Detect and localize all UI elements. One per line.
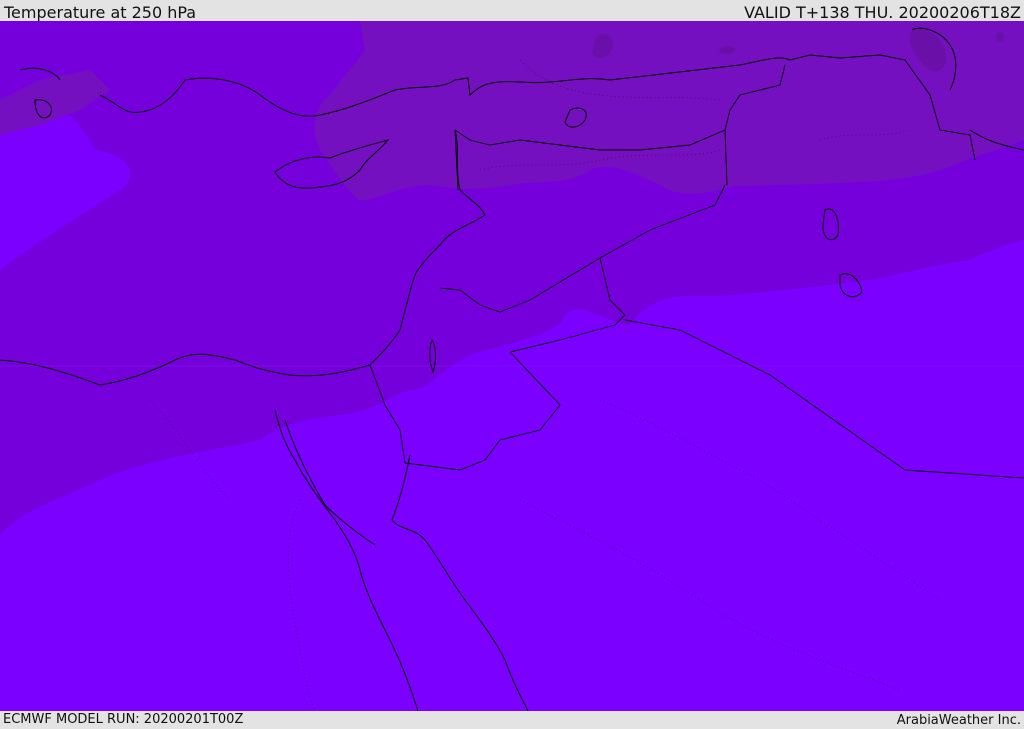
map-canvas [0, 21, 1024, 711]
model-run-label: ECMWF MODEL RUN: 20200201T00Z [3, 712, 244, 727]
temperature-map[interactable] [0, 21, 1024, 711]
map-title: Temperature at 250 hPa [4, 3, 197, 22]
credit-label: ArabiaWeather Inc. [896, 713, 1021, 728]
coldest-spot-small [719, 46, 735, 54]
footer-bar: ECMWF MODEL RUN: 20200201T00Z ArabiaWeat… [0, 711, 1024, 729]
coldest-spot-small-2 [996, 32, 1004, 42]
header-bar: Temperature at 250 hPa VALID T+138 THU. … [0, 0, 1024, 22]
valid-time: VALID T+138 THU. 20200206T18Z [744, 3, 1021, 22]
